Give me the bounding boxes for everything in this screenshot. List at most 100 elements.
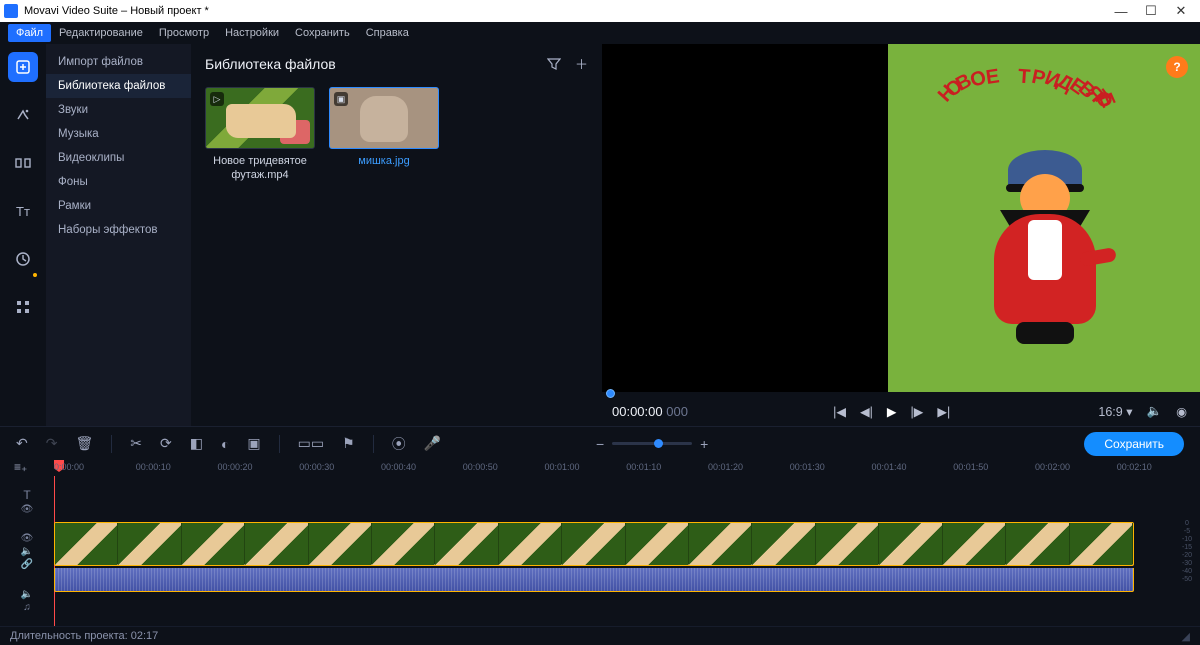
- menu-settings[interactable]: Настройки: [217, 24, 287, 42]
- audio-track-head[interactable]: 🔈♫: [0, 576, 54, 626]
- menu-bar: Файл Редактирование Просмотр Настройки С…: [0, 22, 1200, 44]
- ruler-tick: 00:01:20: [708, 462, 743, 472]
- app-icon: [4, 4, 18, 18]
- track-area[interactable]: [54, 476, 1174, 626]
- cat-import[interactable]: Импорт файлов: [46, 50, 191, 74]
- cat-effectsets[interactable]: Наборы эффектов: [46, 218, 191, 242]
- step-back-button[interactable]: ◀|: [857, 404, 876, 419]
- text-icon: T: [23, 488, 30, 502]
- undo-button[interactable]: ↶: [16, 435, 28, 452]
- add-media-icon[interactable]: ＋: [575, 54, 588, 73]
- project-duration: Длительность проекта: 02:17: [10, 630, 158, 642]
- clip-props-button[interactable]: ▣: [247, 435, 260, 452]
- redo-button[interactable]: ↷: [46, 435, 58, 452]
- save-button[interactable]: Сохранить: [1084, 432, 1184, 456]
- library-title: Библиотека файлов: [205, 56, 336, 72]
- filter-icon[interactable]: [547, 57, 561, 71]
- zoom-out-button[interactable]: −: [596, 436, 604, 452]
- video-track-head[interactable]: 👁 🔈 🔗: [0, 526, 54, 576]
- aspect-ratio-button[interactable]: 16:9 ▾: [1095, 404, 1135, 419]
- ruler-tick: 00:00:30: [299, 462, 334, 472]
- window-title: Movavi Video Suite – Новый проект *: [24, 5, 1106, 17]
- rail-import-icon[interactable]: [8, 52, 38, 82]
- menu-file[interactable]: Файл: [8, 24, 51, 42]
- step-fwd-button[interactable]: |▶: [907, 404, 926, 419]
- speaker-icon[interactable]: 🔈: [21, 546, 33, 557]
- play-button[interactable]: ▶: [884, 404, 900, 419]
- cat-library[interactable]: Библиотека файлов: [46, 74, 191, 98]
- image-badge-icon: ▣: [334, 92, 348, 106]
- close-button[interactable]: ✕: [1166, 3, 1196, 19]
- ruler-tick: 00:02:00: [1035, 462, 1070, 472]
- timecode: 00:00:00 000: [612, 404, 688, 419]
- rail-titles-icon[interactable]: Tᴛ: [8, 196, 38, 226]
- rail-transitions-icon[interactable]: [8, 148, 38, 178]
- maximize-button[interactable]: ☐: [1136, 3, 1166, 19]
- color-button[interactable]: ◐: [221, 436, 229, 452]
- help-button[interactable]: ?: [1166, 56, 1188, 78]
- prev-button[interactable]: |◀: [830, 404, 849, 419]
- ruler-tick: 00:01:40: [872, 462, 907, 472]
- ruler-tick: 00:01:50: [953, 462, 988, 472]
- library-item-image[interactable]: ▣ мишка.jpg: [329, 87, 439, 183]
- library-item-caption: Новое тридевятое футаж.mp4: [205, 155, 315, 183]
- menu-save[interactable]: Сохранить: [287, 24, 358, 42]
- cat-videoclips[interactable]: Видеоклипы: [46, 146, 191, 170]
- record-screen-button[interactable]: ⦿: [392, 434, 406, 454]
- eye-icon[interactable]: 👁: [21, 533, 34, 544]
- preview-frame: НОВОЕ ТРИДЕВЯТОЕ: [888, 44, 1200, 392]
- snapshot-icon[interactable]: ◉: [1173, 404, 1190, 419]
- minimize-button[interactable]: —: [1106, 4, 1136, 19]
- cat-backgrounds[interactable]: Фоны: [46, 170, 191, 194]
- preview-matte: [602, 44, 888, 392]
- rail-more-icon[interactable]: [8, 292, 38, 322]
- scrubber-handle[interactable]: [606, 389, 615, 398]
- chevron-down-icon: ▾: [1126, 405, 1132, 419]
- extra-audio-track[interactable]: [54, 598, 1134, 620]
- rail-stickers-icon[interactable]: [8, 244, 38, 274]
- preview-panel: НОВОЕ ТРИДЕВЯТОЕ ? 00:00:00 000 |◀: [602, 44, 1200, 426]
- add-track-icon[interactable]: ≡₊: [14, 460, 27, 474]
- audio-track-clip[interactable]: [54, 568, 1134, 592]
- music-icon: ♫: [23, 602, 31, 613]
- tool-rail: Tᴛ: [0, 44, 46, 426]
- cat-sounds[interactable]: Звуки: [46, 98, 191, 122]
- title-track-head[interactable]: T👁: [0, 476, 54, 526]
- next-button[interactable]: ▶|: [934, 404, 953, 419]
- crop-button[interactable]: ◧: [190, 435, 203, 452]
- video-track-clip[interactable]: [54, 522, 1134, 566]
- title-track[interactable]: [54, 482, 1134, 508]
- ruler-tick: 00:01:00: [545, 462, 580, 472]
- menu-edit[interactable]: Редактирование: [51, 24, 151, 42]
- zoom-in-button[interactable]: +: [700, 436, 708, 452]
- main-area: Tᴛ Импорт файлов Библиотека файлов Звуки…: [0, 44, 1200, 426]
- ruler-tick: 0:00:00: [54, 462, 84, 472]
- zoom-knob[interactable]: [654, 439, 663, 448]
- volume-icon[interactable]: 🔈: [1144, 404, 1166, 419]
- track-headers: T👁 👁🔈🔗 🔈♫: [0, 476, 54, 626]
- cut-button[interactable]: ✂: [130, 435, 142, 452]
- speaker-icon[interactable]: 🔈: [21, 589, 33, 600]
- cat-music[interactable]: Музыка: [46, 122, 191, 146]
- ruler-tick: 00:00:10: [136, 462, 171, 472]
- link-icon[interactable]: 🔗: [21, 559, 33, 570]
- record-mic-button[interactable]: 🎤: [424, 435, 441, 452]
- zoom-slider[interactable]: [612, 442, 692, 445]
- rotate-button[interactable]: ⟳: [160, 435, 172, 452]
- preview-scrubber[interactable]: [602, 392, 1200, 396]
- status-bar: Длительность проекта: 02:17 ◢: [0, 626, 1200, 645]
- delete-button[interactable]: 🗑: [75, 435, 93, 452]
- rail-filters-icon[interactable]: [8, 100, 38, 130]
- cat-frames[interactable]: Рамки: [46, 194, 191, 218]
- ruler-tick: 00:00:40: [381, 462, 416, 472]
- library-item-video[interactable]: ▷ Новое тридевятое футаж.mp4: [205, 87, 315, 183]
- library-item-caption: мишка.jpg: [329, 155, 439, 169]
- timeline-ruler[interactable]: ≡₊ 0:00:0000:00:1000:00:2000:00:3000:00:…: [0, 460, 1200, 476]
- menu-view[interactable]: Просмотр: [151, 24, 217, 42]
- transition-button[interactable]: ▭▭: [298, 435, 324, 452]
- resize-handle-icon[interactable]: ◢: [1182, 630, 1190, 643]
- ruler-tick: 00:01:10: [626, 462, 661, 472]
- eye-icon[interactable]: 👁: [21, 504, 34, 515]
- marker-button[interactable]: ⚑: [342, 435, 355, 452]
- menu-help[interactable]: Справка: [358, 24, 417, 42]
